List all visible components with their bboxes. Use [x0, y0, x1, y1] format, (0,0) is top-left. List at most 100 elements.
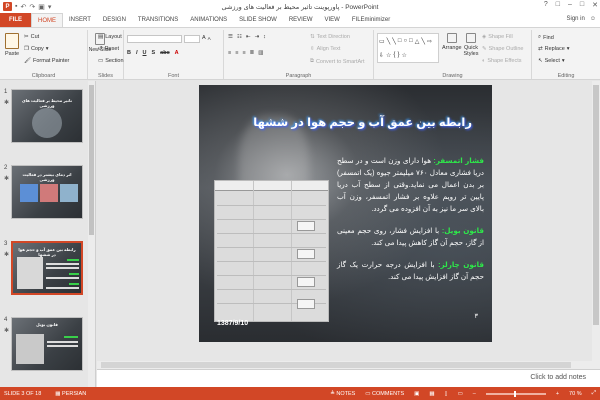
cut-button[interactable]: ✂ Cut [24, 34, 39, 40]
font-color-button[interactable]: A [175, 50, 179, 56]
reset-button[interactable]: ↺ Reset [98, 46, 119, 52]
zoom-out-icon[interactable]: – [473, 391, 476, 397]
tab-view[interactable]: VIEW [319, 13, 346, 27]
increase-indent-icon[interactable]: ⇥ [254, 34, 259, 40]
rectangle-shape-icon[interactable]: □ [398, 38, 402, 44]
slide-thumbnail-3[interactable]: رابطه بین عمق آب و حجم هوا در ششها [11, 241, 83, 295]
reading-view-icon[interactable]: ▯ [445, 391, 448, 397]
scrollbar-thumb[interactable] [593, 85, 599, 325]
sign-in-link[interactable]: Sign in [567, 16, 585, 22]
tab-fileminimizer[interactable]: FILEminimizer [346, 13, 396, 27]
italic-button[interactable]: I [136, 50, 138, 56]
scrollbar-thumb[interactable] [101, 362, 571, 368]
arrow-shape-icon[interactable]: ⇨ [427, 38, 432, 45]
scrollbar-thumb[interactable] [89, 85, 94, 235]
numbering-icon[interactable]: ☷ [237, 34, 242, 40]
smartart-icon: ⧉ [310, 58, 314, 64]
star-shape-icon[interactable]: ☆ [386, 52, 391, 59]
line-shape-icon[interactable]: ╲ [421, 38, 425, 45]
slide-table-image[interactable] [214, 180, 329, 322]
align-center-icon[interactable]: ≡ [235, 50, 238, 56]
shapes-gallery[interactable]: ▭ ╲ ╲ □ ○ □ △ ╲ ⇨ ⇩ ☆{} ☆ [377, 33, 439, 63]
arrange-button[interactable]: Arrange [442, 33, 462, 51]
textbox-shape-icon[interactable]: ▭ [379, 38, 385, 45]
line-shape-icon[interactable]: ╲ [387, 38, 391, 45]
slide-thumbnail-2[interactable]: اثر دمای بیشتر در فعالیت ورزشی [11, 165, 83, 219]
grow-font-button[interactable]: AA [202, 35, 211, 41]
language-indicator[interactable]: ▦ PERSIAN [55, 391, 86, 397]
align-text-button[interactable]: ⇳ Align Text [310, 46, 340, 52]
drawing-group: ▭ ╲ ╲ □ ○ □ △ ╲ ⇨ ⇩ ☆{} ☆ Arrange Quick Styles ◈ Sh… [374, 30, 532, 79]
normal-view-icon[interactable]: ▣ [414, 391, 419, 397]
tab-insert[interactable]: INSERT [63, 13, 97, 27]
copy-button[interactable]: ❐ Copy ▾ [24, 46, 49, 52]
slide-thumbnail-1[interactable]: تاثیر محیط بر فعالیت های ورزشی [11, 89, 83, 143]
thumbnails-scrollbar[interactable] [88, 81, 95, 387]
user-icon[interactable]: ☺ [590, 16, 596, 22]
brace-shape-icon[interactable]: } [397, 52, 399, 58]
tab-slide-show[interactable]: SLIDE SHOW [233, 13, 283, 27]
bold-button[interactable]: B [127, 50, 131, 56]
help-icon[interactable]: ? [544, 1, 548, 9]
tab-design[interactable]: DESIGN [97, 13, 132, 27]
slide-thumbnail-4[interactable]: قانون بویل [11, 317, 83, 371]
slide-title[interactable]: رابطه بین عمق آب و حجم هوا در ششها [239, 115, 472, 129]
decrease-indent-icon[interactable]: ⇤ [246, 34, 251, 40]
slide-editing-area: رابطه بین عمق آب و حجم هوا در ششها فشار … [97, 81, 600, 369]
select-button[interactable]: ↖ Select ▾ [538, 58, 565, 64]
slide-vertical-scrollbar[interactable] [592, 81, 600, 369]
font-size-field[interactable] [184, 35, 200, 43]
layout-button[interactable]: ▤ Layout [98, 34, 122, 40]
brace-shape-icon[interactable]: { [393, 52, 395, 58]
ribbon-display-options-icon[interactable]: □ [556, 1, 560, 9]
section-button[interactable]: ▭ Section [98, 58, 124, 64]
tab-home[interactable]: HOME [31, 13, 63, 27]
tab-transitions[interactable]: TRANSITIONS [132, 13, 184, 27]
tab-animations[interactable]: ANIMATIONS [184, 13, 233, 27]
minimize-icon[interactable]: – [568, 1, 572, 9]
slideshow-view-icon[interactable]: ▭ [458, 391, 463, 397]
quick-styles-button[interactable]: Quick Styles [460, 33, 482, 57]
justify-icon[interactable]: ≣ [250, 50, 255, 56]
rectangle-shape-icon[interactable]: □ [409, 38, 413, 44]
find-button[interactable]: ⌕ Find [538, 34, 554, 41]
align-right-icon[interactable]: ≡ [242, 50, 245, 56]
fit-slide-icon[interactable]: ⤢ [592, 390, 596, 397]
line-spacing-icon[interactable]: ↕ [263, 34, 266, 40]
slides-group-right: ▤ Layout ↺ Reset ▭ Section [96, 30, 124, 79]
tab-review[interactable]: REVIEW [283, 13, 319, 27]
align-left-icon[interactable]: ≡ [228, 50, 231, 56]
bullets-icon[interactable]: ☰ [228, 34, 233, 40]
slide-horizontal-scrollbar[interactable] [97, 361, 600, 369]
line-shape-icon[interactable]: ╲ [392, 38, 396, 45]
zoom-level[interactable]: 70 % [569, 391, 582, 397]
shape-outline-button[interactable]: ✎ Shape Outline [482, 46, 523, 52]
notes-pane[interactable]: Click to add notes [97, 369, 600, 387]
format-painter-button[interactable]: 🖌 Format Painter [24, 58, 69, 64]
zoom-in-icon[interactable]: + [556, 391, 559, 397]
shape-fill-button[interactable]: ◈ Shape Fill [482, 34, 513, 40]
close-icon[interactable]: ✕ [592, 1, 598, 9]
font-name-field[interactable] [127, 35, 182, 43]
zoom-slider[interactable] [485, 390, 546, 397]
notes-toggle-button[interactable]: ≜ NOTES [330, 391, 355, 397]
replace-button[interactable]: ⇄ Replace ▾ [538, 46, 570, 52]
convert-smartart-button[interactable]: ⧉ Convert to SmartArt [310, 58, 365, 65]
strikethrough-button[interactable]: abc [160, 50, 169, 56]
current-slide[interactable]: رابطه بین عمق آب و حجم هوا در ششها فشار … [199, 85, 492, 342]
maximize-icon[interactable]: □ [580, 1, 584, 9]
tab-file[interactable]: FILE [0, 13, 31, 27]
columns-icon[interactable]: ▥ [258, 50, 263, 56]
oval-shape-icon[interactable]: ○ [404, 38, 408, 44]
slide-sorter-icon[interactable]: ▦ [429, 391, 434, 397]
arrow-shape-icon[interactable]: ⇩ [379, 52, 384, 59]
star-shape-icon[interactable]: ☆ [401, 52, 406, 59]
comments-toggle-button[interactable]: ▭ COMMENTS [365, 391, 404, 397]
shape-effects-button[interactable]: ◐ Shape Effects [482, 58, 521, 64]
triangle-shape-icon[interactable]: △ [415, 38, 420, 45]
underline-button[interactable]: U [143, 50, 147, 56]
text-direction-button[interactable]: ⇅ Text Direction [310, 34, 350, 40]
paste-button[interactable]: Paste [5, 33, 19, 57]
shadow-button[interactable]: S [152, 50, 156, 56]
slide-body-text[interactable]: فشار اتمسفر: هوا دارای وزن است و در سطح … [337, 155, 484, 293]
